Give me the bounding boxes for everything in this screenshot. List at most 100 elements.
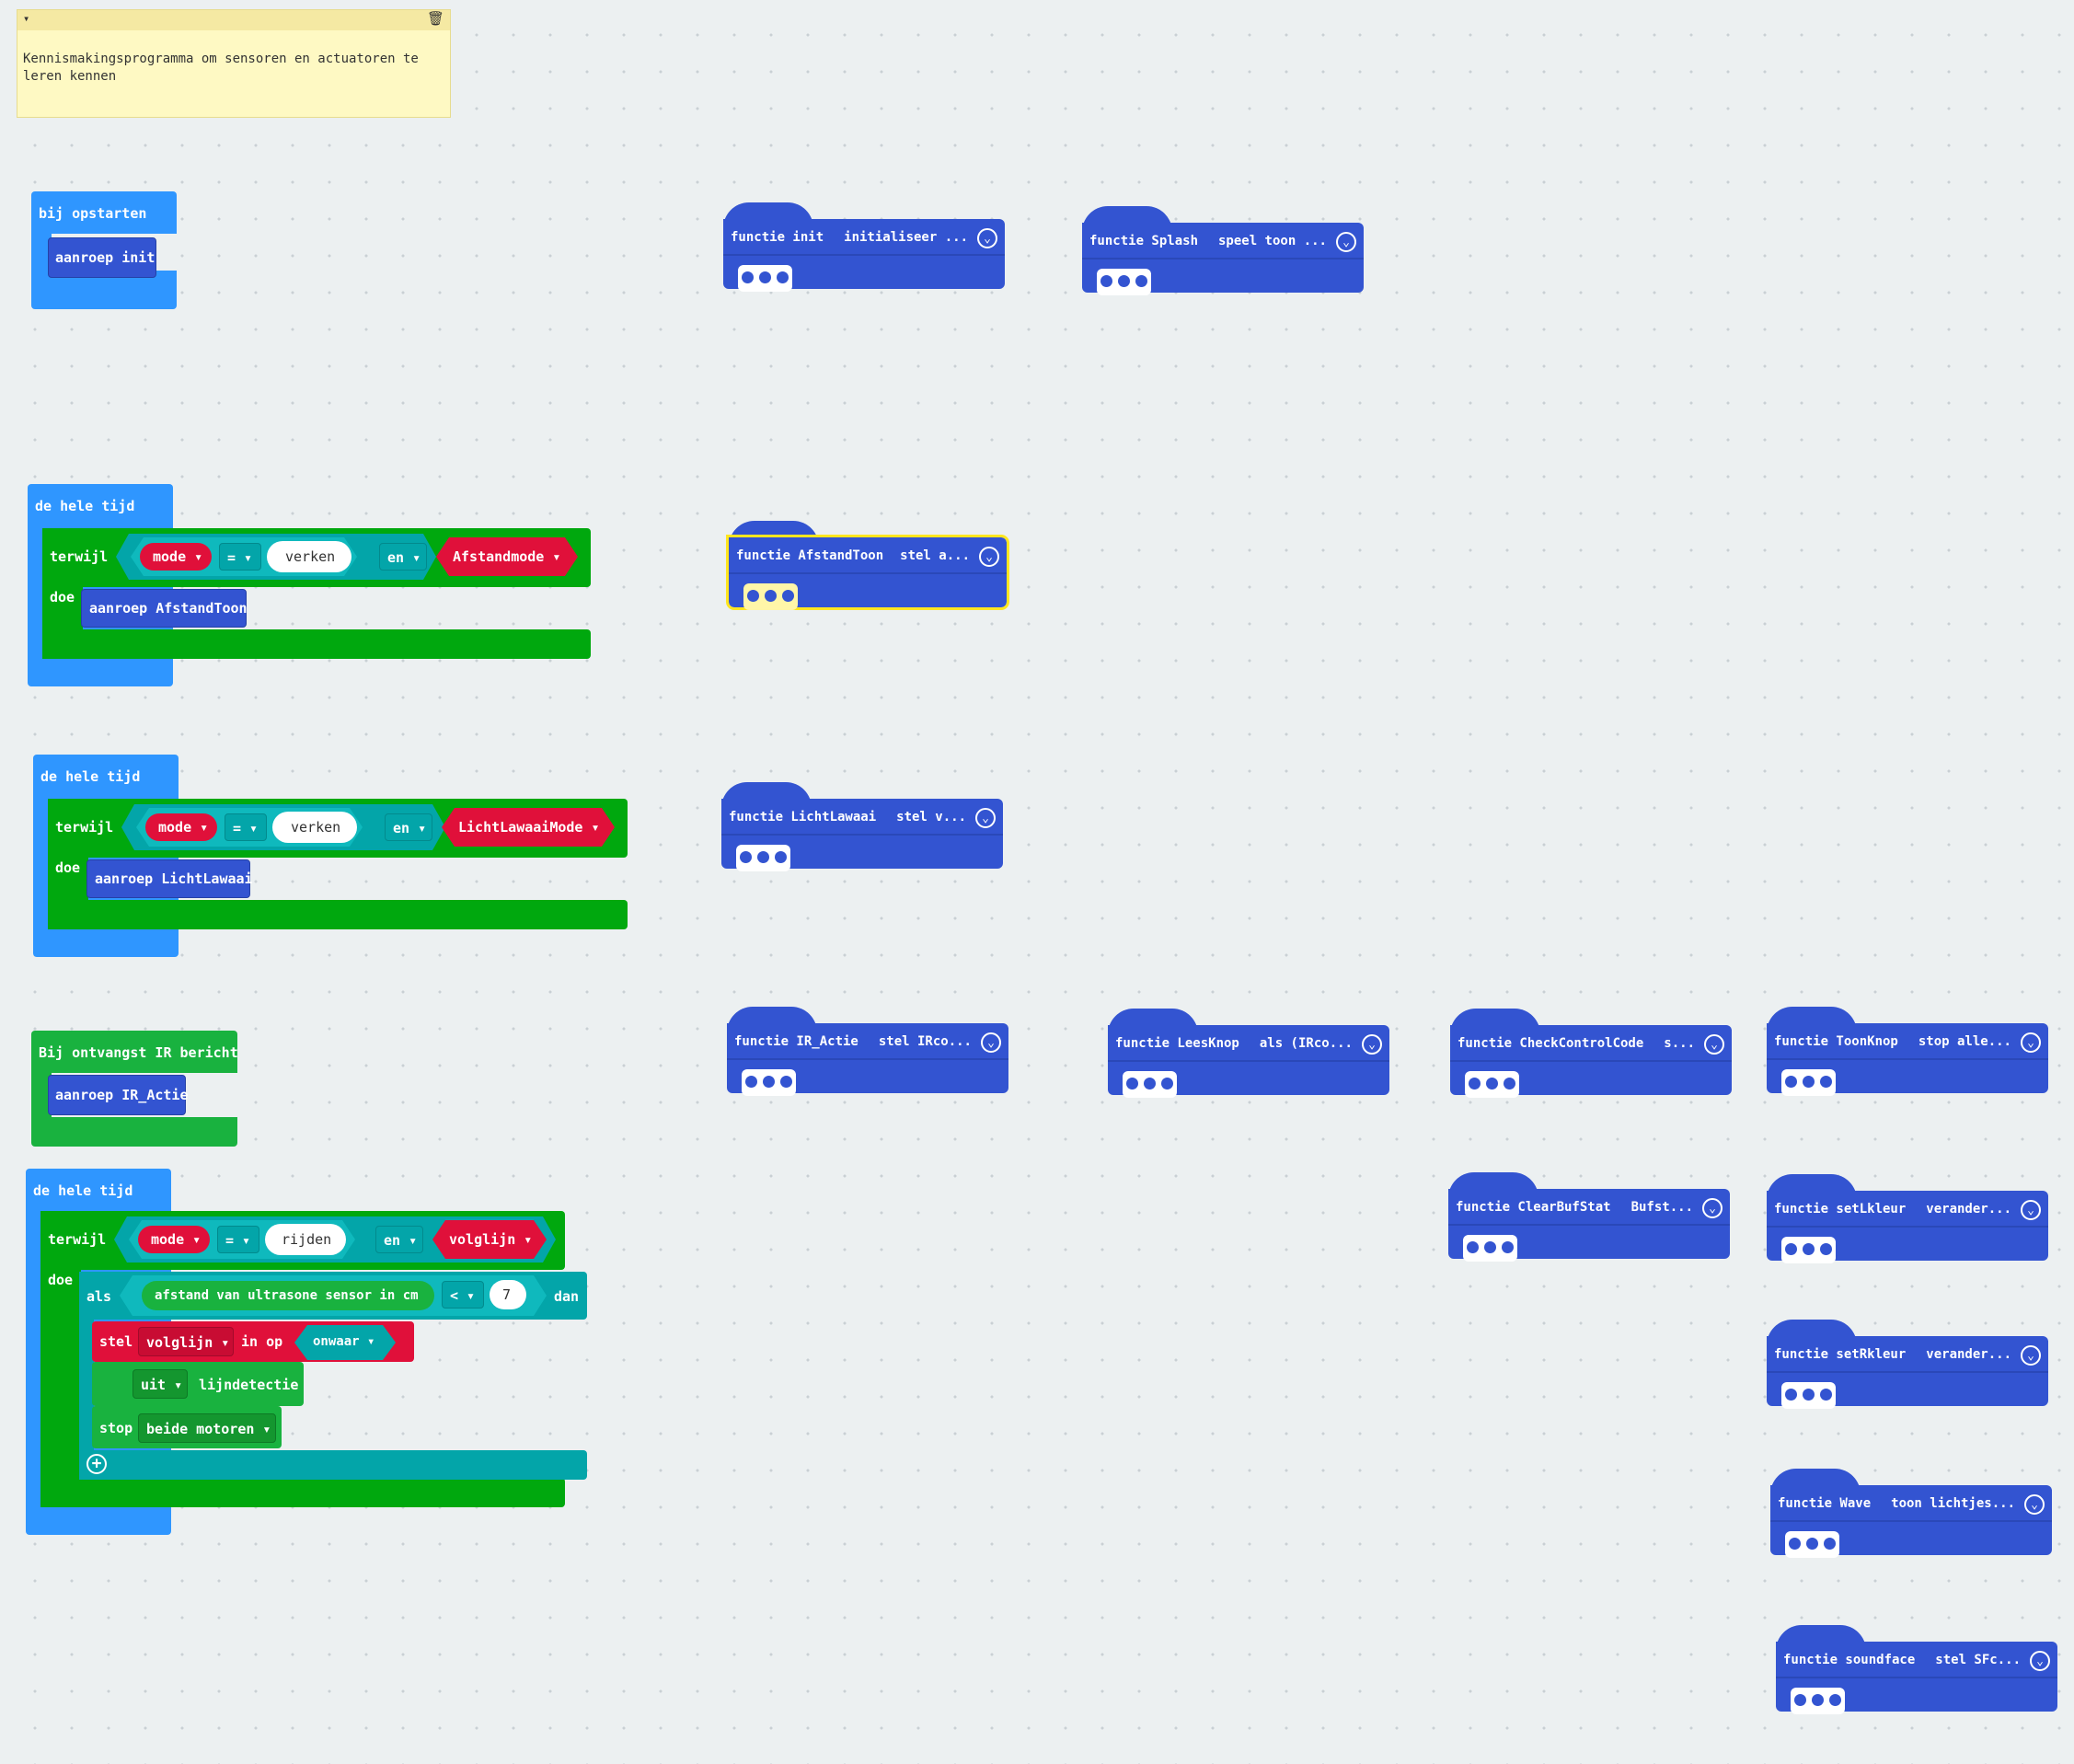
collapsed-ellipsis-icon[interactable] [1097,269,1151,295]
lichtlawaaimode-label: LichtLawaaiMode [458,819,600,836]
function-block-9[interactable]: functie ClearBufStat Bufst... ⌄ [1448,1172,1730,1264]
operator-dropdown-1[interactable]: = [219,543,261,571]
function-name: functie IR_Actie [734,1034,858,1049]
expand-chevron-icon[interactable]: ⌄ [977,228,997,248]
function-divider [1082,258,1364,259]
expand-chevron-icon[interactable]: ⌄ [975,808,996,828]
function-summary: toon lichtjes... [1891,1496,2015,1511]
function-summary: stel v... [896,810,966,824]
ir-event-label: Bij ontvangst IR bericht [39,1044,238,1061]
call-ir-actie-block[interactable]: aanroep IR_Actie [48,1075,189,1115]
collapsed-ellipsis-icon[interactable] [742,1069,796,1096]
and-dropdown-1[interactable]: en [379,543,427,571]
and-label-1: en [387,549,421,566]
collapsed-ellipsis-icon[interactable] [1123,1071,1177,1098]
function-summary: als (IRco... [1259,1036,1353,1051]
and-dropdown-2[interactable]: en [385,813,432,841]
less-than-label: < [450,1287,475,1304]
expand-chevron-icon[interactable]: ⌄ [1362,1034,1382,1055]
function-divider [1767,1371,2048,1373]
do-label-2: doe [55,859,81,876]
function-block-5[interactable]: functie IR_Actie stel IRco... ⌄ [727,1007,1008,1099]
ultrasonic-sensor-reporter[interactable]: afstand van ultrasone sensor in cm [142,1281,434,1310]
less-than-dropdown[interactable]: < [442,1281,484,1309]
number-input[interactable]: 7 [490,1280,526,1309]
and-label-2: en [393,820,426,836]
function-block-4[interactable]: functie LichtLawaai stel v... ⌄ [721,782,1003,874]
collapse-icon[interactable]: ▾ [23,12,29,25]
mode-label-3: mode [151,1231,201,1248]
expand-chevron-icon[interactable]: ⌄ [1704,1034,1724,1055]
function-block-12[interactable]: functie Wave toon lichtjes... ⌄ [1770,1469,2052,1561]
mode-variable-1[interactable]: mode [140,543,212,571]
function-name: functie Wave [1778,1496,1872,1511]
collapsed-ellipsis-icon[interactable] [1463,1235,1517,1262]
add-else-icon[interactable]: + [86,1454,107,1474]
string-input-1[interactable]: verken [267,541,351,572]
call-afstandtoon-block[interactable]: aanroep AfstandToon [81,589,248,628]
function-block-13[interactable]: functie soundface stel SFc... ⌄ [1776,1625,2057,1717]
collapsed-ellipsis-icon[interactable] [1781,1382,1836,1409]
trash-icon[interactable]: 🗑 [427,10,444,27]
collapsed-ellipsis-icon[interactable] [1785,1531,1839,1558]
and-dropdown-3[interactable]: en [375,1226,423,1253]
call-lichtlawaai-block[interactable]: aanroep LichtLawaai [86,859,253,898]
collapsed-ellipsis-icon[interactable] [738,265,792,292]
function-block-3[interactable]: functie AfstandToon stel a... ⌄ [726,521,1009,613]
do-label-1: doe [50,589,75,605]
operator-dropdown-2[interactable]: = [225,813,267,841]
call-init-block[interactable]: aanroep init [48,237,156,278]
expand-chevron-icon[interactable]: ⌄ [2024,1494,2045,1515]
set-var-dropdown[interactable]: volglijn [138,1327,234,1356]
function-block-1[interactable]: functie init initialiseer ... ⌄ [723,202,1005,294]
stop-target-label: beide motoren [146,1421,271,1437]
function-block-8[interactable]: functie ToonKnop stop alle... ⌄ [1767,1007,2048,1099]
expand-chevron-icon[interactable]: ⌄ [2021,1032,2041,1053]
string-value-1: verken [285,548,336,565]
mode-variable-3[interactable]: mode [138,1226,210,1253]
collapsed-ellipsis-icon[interactable] [1465,1071,1519,1098]
function-name: functie ClearBufStat [1456,1200,1611,1215]
and-label-3: en [384,1232,417,1249]
function-block-6[interactable]: functie LeesKnop als (IRco... ⌄ [1108,1009,1389,1101]
expand-chevron-icon[interactable]: ⌄ [1336,232,1356,252]
if-label: als [86,1288,112,1305]
expand-chevron-icon[interactable]: ⌄ [1702,1198,1723,1218]
function-block-7[interactable]: functie CheckControlCode s... ⌄ [1450,1009,1732,1101]
collapsed-ellipsis-icon[interactable] [736,845,790,871]
boolean-dropdown[interactable]: onwaar [294,1325,396,1360]
led-state-dropdown[interactable]: uit [133,1369,188,1399]
collapsed-ellipsis-icon[interactable] [1781,1237,1836,1263]
function-name: functie Splash [1089,234,1199,248]
expand-chevron-icon[interactable]: ⌄ [2030,1651,2050,1671]
forever-label-2: de hele tijd [40,768,141,785]
function-name: functie setLkleur [1774,1202,1907,1216]
volglijn-variable[interactable]: volglijn [432,1220,547,1259]
expand-chevron-icon[interactable]: ⌄ [979,547,999,567]
comment-block[interactable]: ▾ 🗑 Kennismakingsprogramma om sensoren e… [17,9,451,118]
string-input-2[interactable]: verken [272,812,357,843]
function-summary: s... [1664,1036,1695,1051]
lichtlawaaimode-variable[interactable]: LichtLawaaiMode [442,808,615,847]
forever-label-3: de hele tijd [33,1182,133,1199]
afstandmode-label: Afstandmode [453,548,560,565]
led-state-label: uit [141,1377,182,1393]
expand-chevron-icon[interactable]: ⌄ [981,1032,1001,1053]
function-summary: stop alle... [1918,1034,2011,1049]
function-block-2[interactable]: functie Splash speel toon ... ⌄ [1082,206,1364,298]
stop-target-dropdown[interactable]: beide motoren [138,1413,276,1443]
function-block-10[interactable]: functie setLkleur verander... ⌄ [1767,1174,2048,1266]
mode-variable-2[interactable]: mode [145,813,217,841]
expand-chevron-icon[interactable]: ⌄ [2021,1345,2041,1366]
function-name: functie CheckControlCode [1458,1036,1644,1051]
string-input-3[interactable]: rijden [265,1224,346,1255]
comment-text[interactable]: Kennismakingsprogramma om sensoren en ac… [23,51,441,86]
afstandmode-variable[interactable]: Afstandmode [436,537,578,576]
function-block-11[interactable]: functie setRkleur verander... ⌄ [1767,1320,2048,1412]
collapsed-ellipsis-icon[interactable] [1781,1069,1836,1096]
expand-chevron-icon[interactable]: ⌄ [2021,1200,2041,1220]
collapsed-ellipsis-icon[interactable] [1791,1688,1845,1714]
while-label-1: terwijl [50,548,109,565]
operator-dropdown-3[interactable]: = [217,1226,259,1253]
collapsed-ellipsis-icon[interactable] [743,583,798,610]
